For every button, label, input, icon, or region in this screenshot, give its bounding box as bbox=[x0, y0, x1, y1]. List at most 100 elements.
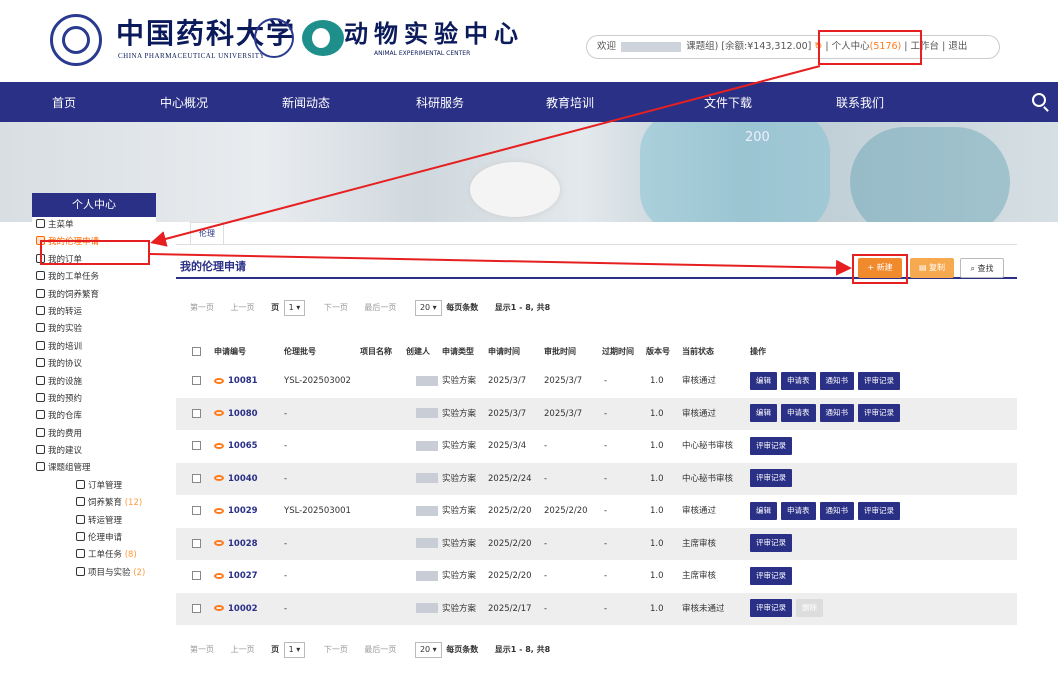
transfer-icon bbox=[76, 514, 85, 524]
apply-date: 2025/3/7 bbox=[488, 376, 527, 386]
select-all-checkbox[interactable] bbox=[192, 347, 201, 356]
view-icon[interactable] bbox=[214, 475, 224, 481]
prev-page-link[interactable]: 上一页 bbox=[231, 645, 255, 654]
row-action-button[interactable]: 编辑 bbox=[750, 371, 777, 390]
first-page-link[interactable]: 第一页 bbox=[190, 645, 214, 654]
row-action-button[interactable]: 编辑 bbox=[750, 404, 777, 422]
nav-item-education[interactable]: 教育培训 bbox=[546, 94, 594, 111]
sidebar-item-group-manage[interactable]: 课题组管理 bbox=[32, 460, 156, 477]
prev-page-link[interactable]: 上一页 bbox=[231, 303, 255, 312]
view-icon[interactable] bbox=[214, 442, 224, 449]
application-id-link[interactable]: 10027 bbox=[228, 571, 258, 581]
row-action-button[interactable]: 评审记录 bbox=[858, 404, 900, 422]
application-id-link[interactable]: 10080 bbox=[228, 409, 258, 419]
row-checkbox[interactable] bbox=[192, 473, 201, 483]
sidebar-item-booking[interactable]: 我的预约 bbox=[32, 391, 156, 408]
view-icon[interactable] bbox=[214, 540, 224, 546]
sidebar-item-facility[interactable]: 我的设施 bbox=[32, 374, 156, 391]
sidebar-subitem-tasks[interactable]: 工单任务 (8) bbox=[32, 547, 156, 564]
per-page-select[interactable]: 20 ▾ bbox=[414, 642, 442, 658]
row-action-button[interactable]: 评审记录 bbox=[750, 566, 792, 585]
row-action-button[interactable]: 评审记录 bbox=[750, 599, 792, 617]
nav-item-home[interactable]: 首页 bbox=[52, 94, 76, 111]
page-select[interactable]: 1 ▾ bbox=[283, 300, 306, 316]
search-button[interactable]: ⌕ 查找 bbox=[960, 258, 1004, 278]
sidebar-subitem-transfer[interactable]: 转运管理 bbox=[32, 513, 156, 530]
per-page-select[interactable]: 20 ▾ bbox=[414, 300, 442, 316]
application-id-link[interactable]: 10028 bbox=[228, 539, 258, 549]
row-action-button[interactable]: 评审记录 bbox=[858, 501, 900, 520]
row-checkbox[interactable] bbox=[192, 376, 201, 385]
row-action-button[interactable]: 评审记录 bbox=[750, 534, 792, 552]
copy-button[interactable]: ▤ 复制 bbox=[910, 258, 954, 278]
sidebar-item-warehouse[interactable]: 我的仓库 bbox=[32, 408, 156, 425]
row-action-button[interactable]: 编辑 bbox=[750, 501, 777, 520]
annotation-highlight-personal-center bbox=[818, 30, 922, 65]
per-page-label: 每页条数 bbox=[446, 645, 479, 654]
application-id-link[interactable]: 10040 bbox=[228, 474, 258, 484]
row-action-button[interactable]: 评审记录 bbox=[858, 371, 900, 390]
application-id-link[interactable]: 10002 bbox=[228, 604, 258, 614]
approve-date: - bbox=[544, 603, 548, 614]
application-type: 实验方案 bbox=[442, 506, 477, 516]
row-checkbox[interactable] bbox=[192, 408, 201, 418]
per-page-label: 每页条数 bbox=[446, 303, 479, 312]
row-checkbox[interactable] bbox=[192, 538, 201, 548]
nav-item-research[interactable]: 科研服务 bbox=[416, 94, 464, 111]
view-icon[interactable] bbox=[214, 507, 224, 514]
sidebar-subitem-ethics[interactable]: 伦理申请 bbox=[32, 530, 156, 547]
application-type: 实验方案 bbox=[442, 473, 477, 484]
view-icon[interactable] bbox=[214, 377, 224, 384]
last-page-link[interactable]: 最后一页 bbox=[364, 303, 396, 312]
sidebar-subitem-orders[interactable]: 订单管理 bbox=[32, 478, 156, 495]
sidebar-item-main-menu[interactable]: 主菜单 bbox=[32, 217, 156, 234]
sidebar-item-tasks[interactable]: 我的工单任务 bbox=[32, 269, 156, 286]
nav-item-downloads[interactable]: 文件下载 bbox=[704, 94, 752, 111]
sidebar-subitem-breeding[interactable]: 饲养繁育 (12) bbox=[32, 495, 156, 512]
view-icon[interactable] bbox=[214, 572, 224, 579]
row-action-button[interactable]: 通知书 bbox=[819, 501, 854, 520]
row-action-button[interactable]: 通知书 bbox=[819, 371, 854, 390]
next-page-link[interactable]: 下一页 bbox=[324, 645, 348, 654]
sidebar-subitem-projects[interactable]: 项目与实验 (2) bbox=[32, 565, 156, 582]
row-action-button[interactable]: 通知书 bbox=[819, 404, 854, 422]
sidebar-item-experiment[interactable]: 我的实验 bbox=[32, 321, 156, 338]
application-id-link[interactable]: 10065 bbox=[228, 441, 258, 451]
application-id-link[interactable]: 10081 bbox=[228, 376, 258, 386]
view-icon[interactable] bbox=[214, 605, 224, 611]
application-id-link[interactable]: 10029 bbox=[228, 506, 258, 516]
row-checkbox[interactable] bbox=[192, 571, 201, 580]
sidebar-item-suggestions[interactable]: 我的建议 bbox=[32, 443, 156, 460]
expire-date: - bbox=[604, 538, 608, 549]
row-action-button[interactable]: 申请表 bbox=[781, 501, 816, 520]
last-page-link[interactable]: 最后一页 bbox=[364, 645, 396, 654]
row-action-button[interactable]: 评审记录 bbox=[750, 469, 792, 487]
row-checkbox[interactable] bbox=[192, 506, 201, 515]
row-action-button[interactable]: 申请表 bbox=[781, 371, 816, 390]
sidebar-item-training[interactable]: 我的培训 bbox=[32, 339, 156, 356]
nav-item-news[interactable]: 新闻动态 bbox=[282, 94, 330, 111]
sidebar-item-transfer[interactable]: 我的转运 bbox=[32, 304, 156, 321]
logout-link[interactable]: 退出 bbox=[948, 41, 967, 52]
next-page-link[interactable]: 下一页 bbox=[324, 303, 348, 312]
nav-item-about[interactable]: 中心概况 bbox=[160, 94, 208, 111]
row-checkbox[interactable] bbox=[192, 603, 201, 613]
status: 中心秘书审核 bbox=[682, 473, 734, 484]
row-action-button[interactable]: 评审记录 bbox=[750, 436, 792, 455]
batch-number: YSL-202503001 bbox=[284, 506, 351, 516]
view-icon[interactable] bbox=[214, 410, 224, 416]
page-select[interactable]: 1 ▾ bbox=[283, 642, 306, 658]
nav-item-contact[interactable]: 联系我们 bbox=[836, 94, 884, 111]
sidebar-item-fees[interactable]: 我的费用 bbox=[32, 426, 156, 443]
row-action-button[interactable]: 删除 bbox=[796, 599, 823, 617]
flask-mark: 200 bbox=[745, 130, 770, 145]
row-checkbox[interactable] bbox=[192, 441, 201, 450]
row-action-button[interactable]: 申请表 bbox=[781, 404, 816, 422]
sidebar-item-breeding[interactable]: 我的饲养繁育 bbox=[32, 287, 156, 304]
search-icon[interactable] bbox=[1032, 93, 1046, 107]
sidebar-item-agreement[interactable]: 我的协议 bbox=[32, 356, 156, 373]
flask-image bbox=[850, 127, 1010, 222]
first-page-link[interactable]: 第一页 bbox=[190, 303, 214, 312]
tab-ethics[interactable]: 伦理 bbox=[190, 222, 224, 244]
approve-date: - bbox=[544, 571, 548, 581]
